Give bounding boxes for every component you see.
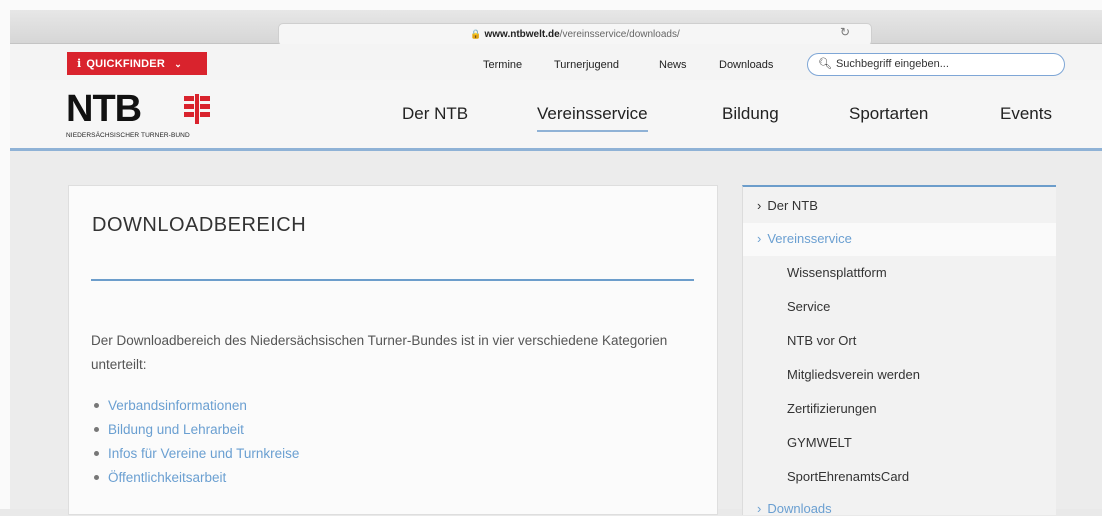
- list-item: Verbandsinformationen: [91, 394, 299, 418]
- sidebar-item-der-ntb[interactable]: › Der NTB: [757, 198, 818, 213]
- util-link-turnerjugend[interactable]: Turnerjugend: [554, 59, 619, 71]
- search-placeholder: Suchbegriff eingeben...: [835, 58, 949, 70]
- logo-wordmark: NTB: [66, 88, 142, 130]
- category-link-bildung[interactable]: Bildung und Lehrarbeit: [108, 422, 244, 437]
- list-item: Infos für Vereine und Turnkreise: [91, 442, 299, 466]
- chevron-down-icon: ⌄: [174, 59, 182, 69]
- category-link-oeffentlichkeitsarbeit[interactable]: Öffentlichkeitsarbeit: [108, 470, 226, 485]
- bullet-icon: [94, 474, 99, 480]
- sidebar-nav: › Der NTB › Vereinsservice Wissensplattfor…: [742, 185, 1056, 516]
- util-link-downloads[interactable]: Downloads: [719, 59, 773, 71]
- sidebar-item-service[interactable]: Service: [787, 299, 830, 314]
- nav-item-vereinsservice[interactable]: Vereinsservice: [537, 104, 648, 132]
- lock-icon: 🔒: [470, 29, 482, 39]
- download-panel: DOWNLOADBEREICH Der Downloadbereich des …: [68, 185, 718, 515]
- search-input[interactable]: 🔍︎ Suchbegriff eingeben...: [807, 53, 1065, 76]
- ntb-logo[interactable]: NTB NIEDERSÄCHSISCHER TURNER-BUND: [66, 88, 236, 142]
- sidebar-item-sportehrenamtscard[interactable]: SportEhrenamtsCard: [787, 469, 909, 484]
- nav-item-events[interactable]: Events: [1000, 104, 1052, 124]
- quickfinder-label: QUICKFINDER: [86, 58, 165, 70]
- utility-bar: i QUICKFINDER ⌄ Termine Turnerjugend News…: [10, 44, 1102, 81]
- site-header: NTB NIEDERSÄCHSISCHER TURNER-BUND Der NT…: [10, 80, 1102, 151]
- title-divider: [91, 279, 694, 281]
- info-icon: i: [77, 57, 82, 70]
- url-host: www.ntbwelt.de: [484, 29, 560, 40]
- sidebar-item-zertifizierungen[interactable]: Zertifizierungen: [787, 401, 877, 416]
- sidebar-item-label: Der NTB: [767, 198, 818, 213]
- category-link-verbandsinformationen[interactable]: Verbandsinformationen: [108, 398, 247, 413]
- util-link-news[interactable]: News: [659, 59, 687, 71]
- frame-left-edge: [0, 0, 10, 509]
- util-link-termine[interactable]: Termine: [483, 59, 522, 71]
- intro-text: Der Downloadbereich des Niedersächsische…: [91, 333, 668, 372]
- chevron-right-icon: ›: [757, 231, 762, 246]
- bullet-icon: [94, 450, 99, 456]
- reload-icon[interactable]: ↻: [840, 25, 850, 39]
- quickfinder-button[interactable]: i QUICKFINDER ⌄: [67, 52, 207, 75]
- sidebar-item-wissensplattform[interactable]: Wissensplattform: [787, 265, 887, 280]
- sidebar-item-gymwelt[interactable]: GYMWELT: [787, 435, 852, 450]
- list-item: Bildung und Lehrarbeit: [91, 418, 299, 442]
- nav-item-der-ntb[interactable]: Der NTB: [402, 104, 468, 124]
- address-bar[interactable]: 🔒 www.ntbwelt.de/vereinsservice/downloads…: [278, 23, 872, 46]
- page-title: DOWNLOADBEREICH: [92, 214, 307, 236]
- search-icon: 🔍︎: [818, 58, 832, 70]
- browser-toolbar: 🔒 www.ntbwelt.de/vereinsservice/downloads…: [10, 10, 1102, 46]
- ntb-emblem-icon: [184, 94, 210, 124]
- bullet-icon: [94, 426, 99, 432]
- sidebar-item-ntb-vor-ort[interactable]: NTB vor Ort: [787, 333, 856, 348]
- nav-item-bildung[interactable]: Bildung: [722, 104, 779, 124]
- list-item: Öffentlichkeitsarbeit: [91, 466, 299, 490]
- sidebar-item-mitgliedsverein[interactable]: Mitgliedsverein werden: [787, 367, 920, 382]
- bullet-icon: [94, 402, 99, 408]
- category-list: Verbandsinformationen Bildung und Lehrar…: [91, 394, 299, 490]
- url-path: /vereinsservice/downloads/: [559, 29, 680, 40]
- nav-item-sportarten[interactable]: Sportarten: [849, 104, 928, 124]
- sidebar-item-vereinsservice[interactable]: › Vereinsservice: [757, 231, 852, 246]
- logo-subtitle: NIEDERSÄCHSISCHER TURNER-BUND: [66, 132, 190, 139]
- category-link-vereine[interactable]: Infos für Vereine und Turnkreise: [108, 446, 299, 461]
- chevron-right-icon: ›: [757, 198, 762, 213]
- sidebar-item-label: Vereinsservice: [767, 231, 852, 246]
- frame-top-edge: [0, 0, 1102, 10]
